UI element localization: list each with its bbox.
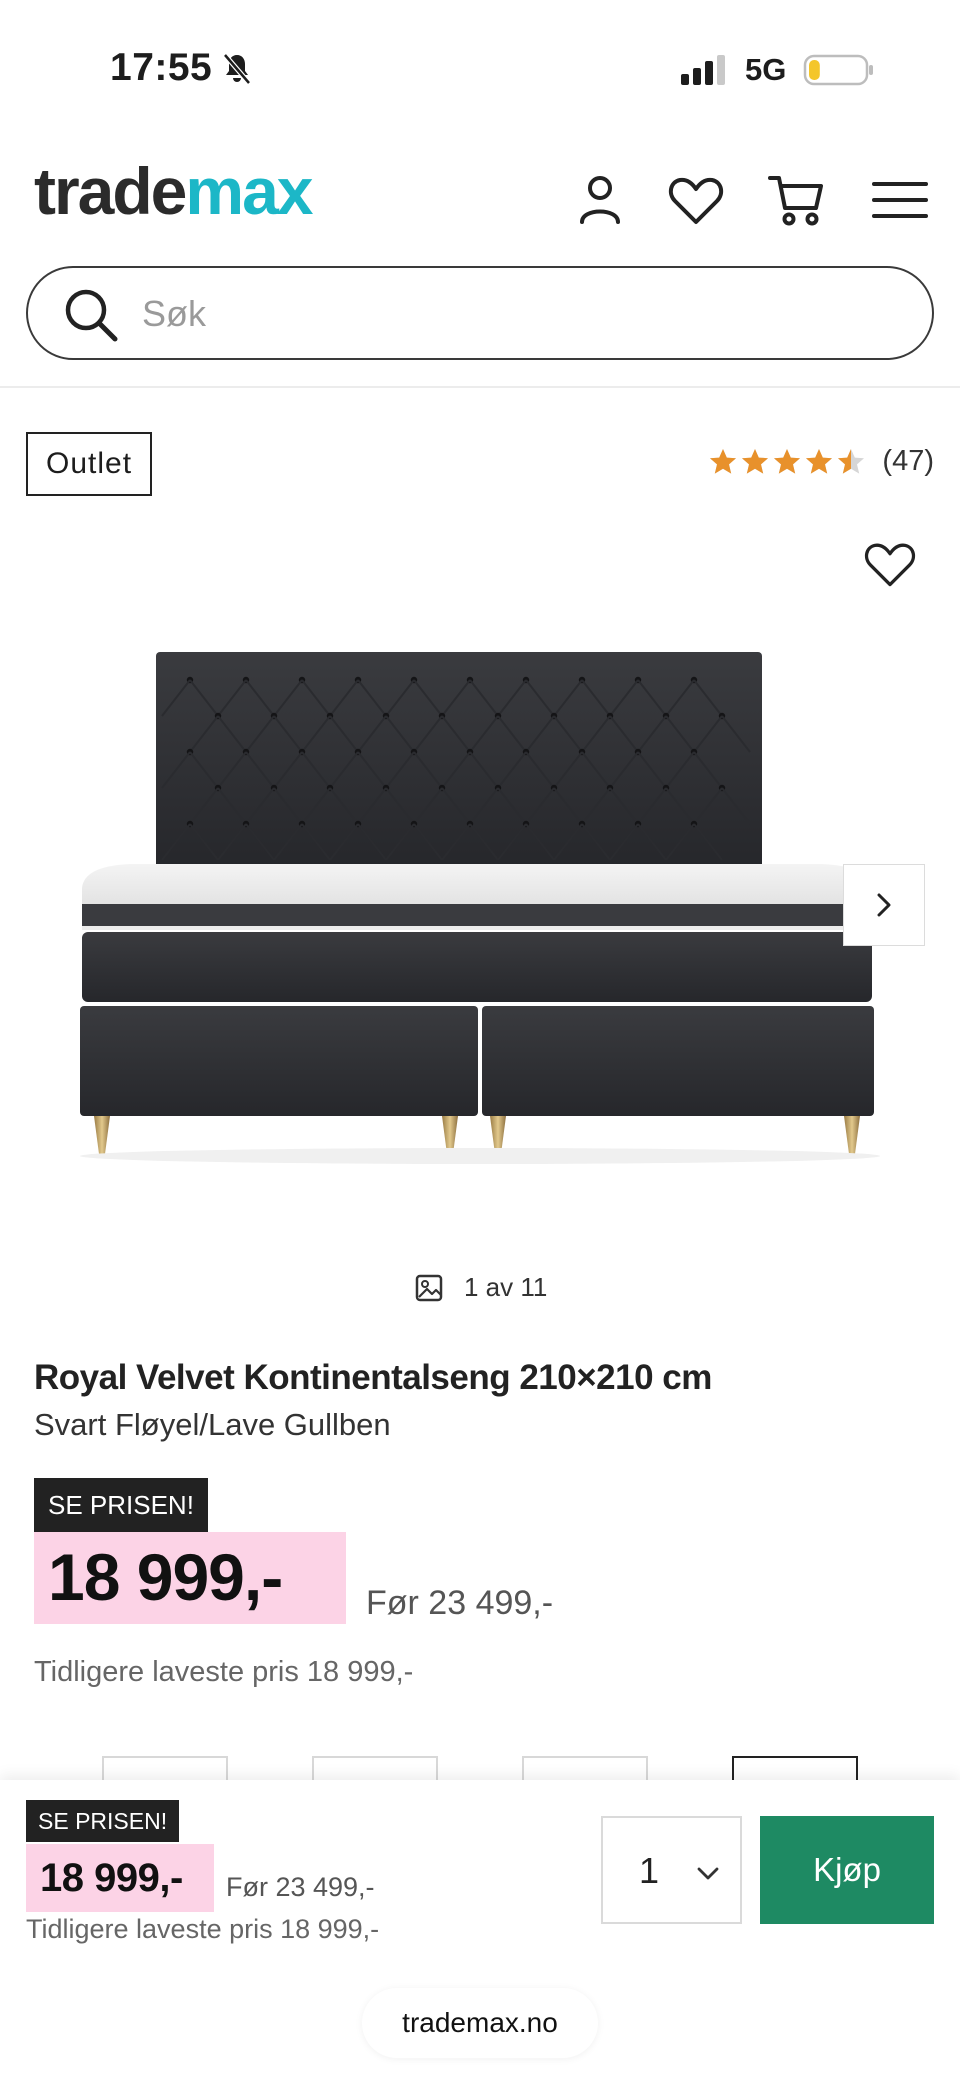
logo-text-max: max — [185, 154, 313, 228]
status-time: 17:55 — [110, 46, 213, 89]
status-bar: 17:55 5G — [0, 0, 960, 120]
product-title: Royal Velvet Kontinentalseng 210×210 cm — [34, 1358, 712, 1397]
product-image[interactable] — [70, 640, 890, 1180]
browser-url-bar[interactable]: trademax.no — [362, 1988, 598, 2058]
quantity-value: 1 — [639, 1850, 660, 1891]
lowest-price-note: Tidligere laveste pris 18 999,- — [34, 1656, 414, 1688]
next-image-button[interactable] — [843, 864, 925, 946]
star-icon — [838, 448, 865, 474]
browser-url: trademax.no — [402, 2007, 558, 2038]
outlet-badge: Outlet — [26, 432, 153, 496]
star-icon — [710, 448, 737, 474]
sticky-price-highlight: 18 999,- — [26, 1844, 214, 1912]
sticky-price: 18 999,- — [40, 1856, 183, 1900]
sticky-lowest-price-note: Tidligere laveste pris 18 999,- — [26, 1914, 380, 1944]
product-price: 18 999,- — [48, 1540, 283, 1614]
header-divider — [0, 386, 960, 388]
quantity-select[interactable]: 1 — [601, 1816, 742, 1924]
add-to-wishlist-icon[interactable] — [862, 536, 918, 592]
search-bar[interactable] — [26, 266, 934, 360]
image-counter[interactable]: 1 av 11 — [414, 1272, 547, 1303]
product-variant: Svart Fløyel/Lave Gullben — [34, 1407, 391, 1442]
battery-icon — [803, 54, 873, 86]
rating-stars — [708, 447, 866, 477]
bell-muted-icon — [223, 53, 251, 85]
wishlist-icon[interactable] — [666, 170, 726, 230]
price-before: Før 23 499,- — [366, 1584, 554, 1622]
promo-tag: SE PRISEN! — [34, 1478, 208, 1532]
cell-signal-icon — [681, 55, 725, 85]
menu-icon[interactable] — [870, 170, 930, 230]
search-input[interactable] — [142, 288, 902, 340]
review-count[interactable]: (47) — [882, 445, 934, 478]
star-icon — [774, 448, 801, 474]
account-icon[interactable] — [570, 170, 630, 230]
chevron-right-icon — [877, 893, 891, 917]
network-type: 5G — [745, 52, 787, 87]
price-highlight: 18 999,- — [34, 1532, 346, 1624]
sticky-promo-tag: SE PRISEN! — [26, 1800, 180, 1842]
chevron-down-icon — [697, 1867, 719, 1880]
cart-icon[interactable] — [766, 170, 826, 230]
star-icon — [806, 448, 833, 474]
sticky-buy-bar: SE PRISEN! 18 999,- Før 23 499,- Tidlige… — [0, 1780, 960, 2086]
trademax-logo[interactable]: trademax — [34, 158, 314, 224]
gallery-icon — [415, 1274, 443, 1301]
product-rating[interactable]: (47) — [708, 445, 934, 478]
logo-text-trade: trade — [34, 154, 187, 228]
buy-button[interactable]: Kjøp — [760, 1816, 934, 1924]
search-icon[interactable] — [62, 286, 120, 344]
image-counter-text: 1 av 11 — [464, 1272, 548, 1302]
star-icon — [742, 448, 769, 474]
sticky-price-before: Før 23 499,- — [226, 1872, 375, 1902]
